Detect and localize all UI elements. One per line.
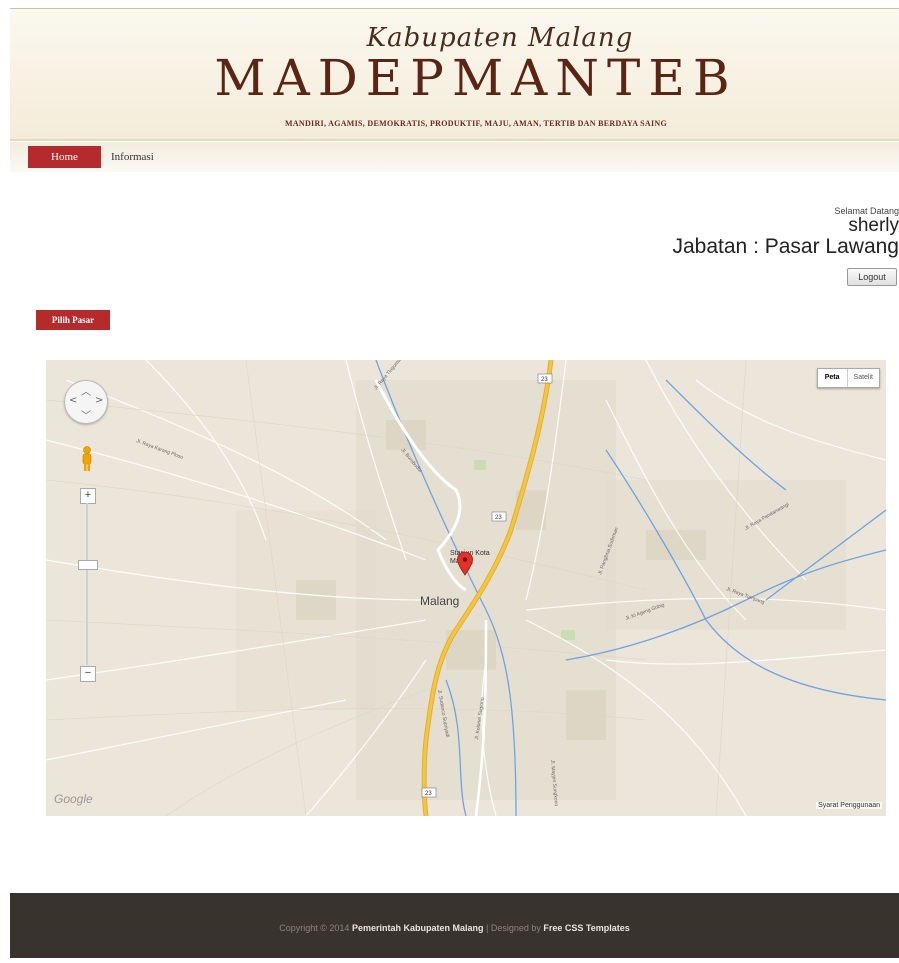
- logo-main-title: MADEPMANTEB: [206, 49, 746, 107]
- welcome-panel: Selamat Datang sherly Jabatan : Pasar La…: [673, 206, 899, 258]
- footer-copyright: Copyright © 2014: [279, 923, 349, 933]
- site-header: Kabupaten Malang MADEPMANTEB MANDIRI, AG…: [10, 8, 899, 141]
- footer-separator: | Designed by: [486, 923, 541, 933]
- map-tiles: 23 23 23 Jl. Raya Karang Ploso Jl. Raya …: [46, 360, 886, 816]
- nav-item-informasi[interactable]: Informasi: [111, 146, 154, 168]
- pan-up-icon[interactable]: ︿: [81, 383, 91, 398]
- zoom-in-button[interactable]: +: [80, 488, 96, 504]
- pan-left-icon[interactable]: <: [69, 395, 77, 406]
- zoom-out-button[interactable]: −: [80, 666, 96, 682]
- street-label: Jl. Raya Karang Ploso: [135, 438, 184, 461]
- welcome-username: sherly: [673, 216, 899, 236]
- map-type-satelit-button[interactable]: Satelit: [848, 369, 879, 387]
- pan-right-icon[interactable]: >: [95, 395, 103, 406]
- location-marker-icon[interactable]: [457, 552, 473, 576]
- footer-designer-link[interactable]: Free CSS Templates: [543, 923, 629, 933]
- pegman-icon[interactable]: [80, 446, 94, 472]
- google-logo: Google: [54, 792, 93, 806]
- welcome-role: Jabatan : Pasar Lawang: [673, 236, 899, 258]
- map-type-peta-button[interactable]: Peta: [818, 369, 848, 387]
- map-city-label: Malang: [420, 594, 459, 608]
- nav-item-home[interactable]: Home: [28, 146, 101, 168]
- route-shield-label: 23: [425, 791, 432, 797]
- zoom-slider-track[interactable]: [86, 503, 88, 665]
- main-nav: Home Informasi: [10, 142, 899, 172]
- map-terms-link[interactable]: Syarat Penggunaan: [816, 802, 882, 809]
- footer-org: Pemerintah Kabupaten Malang: [352, 923, 484, 933]
- logout-button[interactable]: Logout: [847, 268, 897, 286]
- pan-down-icon[interactable]: ﹀: [81, 407, 91, 422]
- site-footer: Copyright © 2014 Pemerintah Kabupaten Ma…: [10, 893, 899, 958]
- pan-control[interactable]: ︿ ﹀ < >: [64, 380, 108, 424]
- map-view[interactable]: 23 23 23 Jl. Raya Karang Ploso Jl. Raya …: [46, 360, 886, 816]
- zoom-slider-handle[interactable]: [78, 560, 98, 570]
- route-shield-label: 23: [541, 377, 548, 383]
- map-type-control: Peta Satelit: [817, 368, 880, 388]
- pilih-pasar-button[interactable]: Pilih Pasar: [36, 310, 110, 330]
- logo-tagline: MANDIRI, AGAMIS, DEMOKRATIS, PRODUKTIF, …: [206, 119, 746, 128]
- route-shield-label: 23: [495, 515, 502, 521]
